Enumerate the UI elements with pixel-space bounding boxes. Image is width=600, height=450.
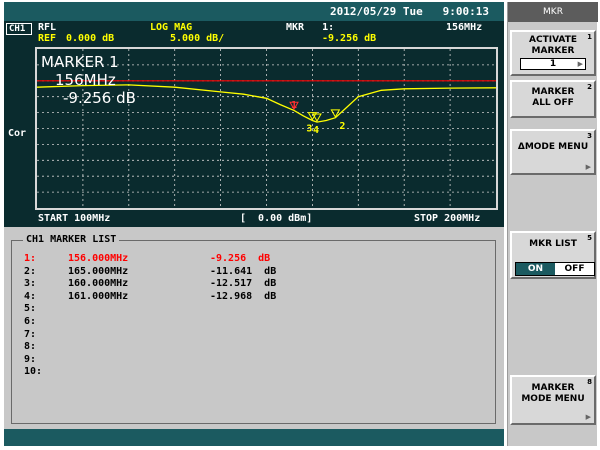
marker-number: 6: [24,316,37,327]
analyzer-screen: 2012/05/29 Tue 9:00:13 CH1 RFL LOG MAG M… [4,2,504,446]
marker-number: 4: [24,290,37,302]
activate-marker-line1: ACTIVATE [529,35,577,45]
marker-readout-frequency: 156MHz [446,22,483,33]
key-number: 5 [587,234,592,242]
marker-all-off-line1: MARKER [531,87,575,97]
marker-number: 9: [24,353,37,365]
key-number: 8 [587,378,592,386]
marker-number: 5: [24,303,37,315]
marker-readout-label: MKR 1: [286,22,335,33]
mkr-list-softkey[interactable]: 5 MKR LIST ON OFF [510,231,596,279]
marker-1-label: 1 [291,100,297,111]
marker-number: 7: [24,328,37,340]
marker-value: -12.517 dB [210,278,277,290]
marker-symbols: 1 2 3 4 [289,100,345,136]
correction-indicator: Cor [8,128,27,139]
key-number: 3 [587,132,592,140]
reference-label: REF [38,33,57,44]
marker-all-off-softkey[interactable]: 2 MARKER ALL OFF [510,80,596,118]
marker-annotation-title: MARKER 1 [41,53,119,71]
date-time: 2012/05/29 Tue 9:00:13 [330,5,489,18]
source-power: [ 0.00 dBm] [240,213,313,224]
activate-marker-line2: MARKER [531,46,575,56]
marker-2-label: 2 [339,121,345,132]
toggle-on[interactable]: ON [516,263,555,275]
softkey-menu-title: MKR [508,2,598,22]
mkr-list-label: MKR LIST [529,239,577,249]
marker-number: 10: [24,366,43,378]
mode-label: LOG MAG [150,22,193,33]
marker-number: 2: [24,265,37,277]
marker-number: 8: [24,341,37,353]
plot-area: 1 2 34 MARKER 1 156MHz -9.256 dB [35,47,498,210]
key-number: 2 [587,83,592,91]
marker-4-symbol [312,113,322,123]
marker-readout-value: -9.256 dB [322,33,377,44]
softkey-panel: MKR 1 ACTIVATE MARKER 1 ▶ 2 MARKER ALL O… [507,2,598,446]
start-frequency: START 100MHz [38,213,111,224]
stop-frequency: STOP 200MHz [414,213,481,224]
marker-4-label: 4 [313,125,319,136]
reference-value: 0.000 dB [66,33,115,44]
right-arrow-icon: ▶ [585,163,591,171]
right-arrow-icon: ▶ [577,60,583,68]
delta-mode-menu-label: ΔMODE MENU [517,142,589,152]
right-arrow-icon: ▶ [585,413,591,421]
marker-frequency: 165.000MHz [68,265,129,277]
activate-marker-softkey[interactable]: 1 ACTIVATE MARKER 1 ▶ [510,30,596,76]
toggle-off[interactable]: OFF [555,263,594,275]
marker-value: -12.968 dB [210,290,277,302]
marker-all-off-line2: ALL OFF [532,98,574,108]
marker-value: -11.641 dB [210,265,277,277]
trace-plot: 1 2 3 4 MARKER 1 156MHz -9.256 dB [36,49,497,208]
status-bar: 2012/05/29 Tue 9:00:13 [4,2,504,21]
marker-3-label: 3 [306,124,312,135]
marker-mode-menu-softkey[interactable]: 8 MARKER MODE MENU ▶ [510,375,596,425]
marker-list-panel: CH1 MARKER LIST 1: 156.000MHz -9.256 dB 2: 1… [4,227,504,429]
marker-annotation-level: -9.256 dB [63,89,136,107]
mkr-list-toggle[interactable]: ON OFF [515,262,595,276]
marker-value: -9.256 dB [210,253,271,264]
format-label: RFL [38,22,57,33]
marker-frequency: 156.000MHz [68,253,129,264]
active-marker-value: 1 [549,59,557,69]
key-number: 1 [587,33,592,41]
delta-mode-menu-softkey[interactable]: 3 ΔMODE MENU ▶ [510,129,596,175]
marker-mode-menu-line2: MODE MENU [521,394,585,404]
active-marker-field[interactable]: 1 ▶ [520,58,586,70]
marker-mode-menu-line1: MARKER [531,383,575,393]
bottom-bar [4,429,504,446]
marker-frequency: 161.000MHz [68,290,129,302]
marker-number: 1: [24,253,37,264]
channel-indicator: CH1 [6,23,32,35]
marker-number: 3: [24,278,37,290]
marker-list-title: CH1 MARKER LIST [23,234,120,245]
scale-value: 5.000 dB/ [170,33,225,44]
marker-frequency: 160.000MHz [68,278,129,290]
marker-annotation-frequency: 156MHz [55,71,116,89]
